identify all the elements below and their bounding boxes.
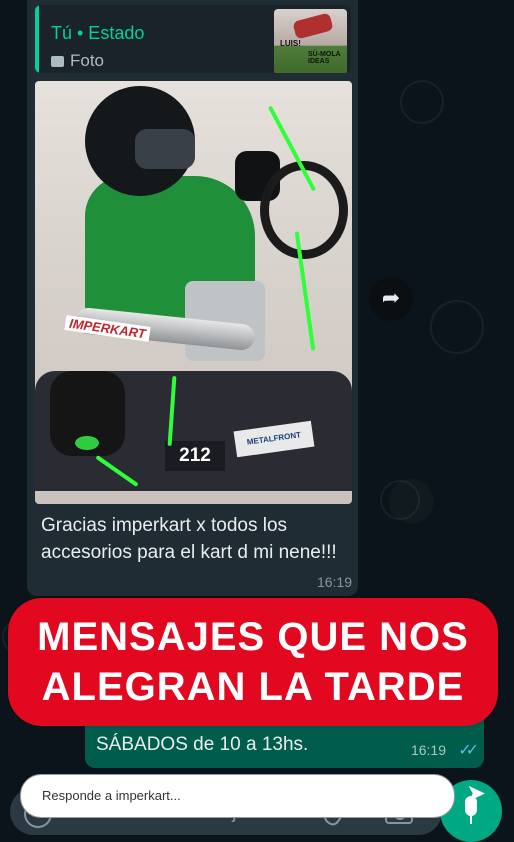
thumbnail-text: SÜ-MOLA IDEAS xyxy=(308,51,341,65)
promo-banner: MENSAJES QUE NOS ALEGRAN LA TARDE xyxy=(8,598,498,726)
send-icon[interactable]: ➤ xyxy=(462,780,490,808)
quoted-status-subtitle: Foto xyxy=(70,51,105,70)
outgoing-message-time: 16:19 xyxy=(410,742,446,758)
camera-icon xyxy=(51,56,64,67)
reply-input[interactable]: Responde a imperkart... xyxy=(20,774,455,818)
quoted-status-thumbnail: LUIS! SÜ-MOLA IDEAS xyxy=(274,9,347,73)
forward-icon: ➦ xyxy=(381,285,401,310)
outgoing-message-text: SÁBADOS de 10 a 13hs. xyxy=(96,734,309,755)
thumbnail-kart xyxy=(292,12,334,40)
wallpaper-doodle xyxy=(400,80,444,124)
read-receipt-icon: ✓✓ xyxy=(458,742,479,759)
reply-input-placeholder: Responde a imperkart... xyxy=(42,788,181,803)
quoted-status-title: Tú • Estado xyxy=(51,23,145,43)
quote-accent-bar xyxy=(35,5,39,73)
banner-line-1: MENSAJES QUE NOS xyxy=(37,615,469,659)
banner-line-2: ALEGRAN LA TARDE xyxy=(41,665,465,709)
photo-visor xyxy=(135,129,195,169)
thumbnail-text: LUIS! xyxy=(280,39,301,48)
quoted-status-type: Foto xyxy=(51,51,104,71)
message-photo[interactable]: IMPERKART 212 METALFRONT xyxy=(35,81,352,504)
photo-rim xyxy=(75,436,99,450)
message-text: Gracias imperkart x todos los accesorios… xyxy=(41,515,337,563)
photo-kart-number: 212 xyxy=(165,441,225,471)
quoted-status[interactable]: Tú • Estado Foto LUIS! SÜ-MOLA IDEAS xyxy=(35,5,351,73)
wallpaper-doodle xyxy=(430,300,484,354)
mic-stand xyxy=(470,816,472,824)
message-time: 16:19 xyxy=(316,574,352,590)
wallpaper-doodle xyxy=(380,480,420,520)
incoming-message-bubble[interactable]: Tú • Estado Foto LUIS! SÜ-MOLA IDEAS IMP… xyxy=(27,0,358,596)
forward-button[interactable]: ➦ xyxy=(369,277,413,321)
